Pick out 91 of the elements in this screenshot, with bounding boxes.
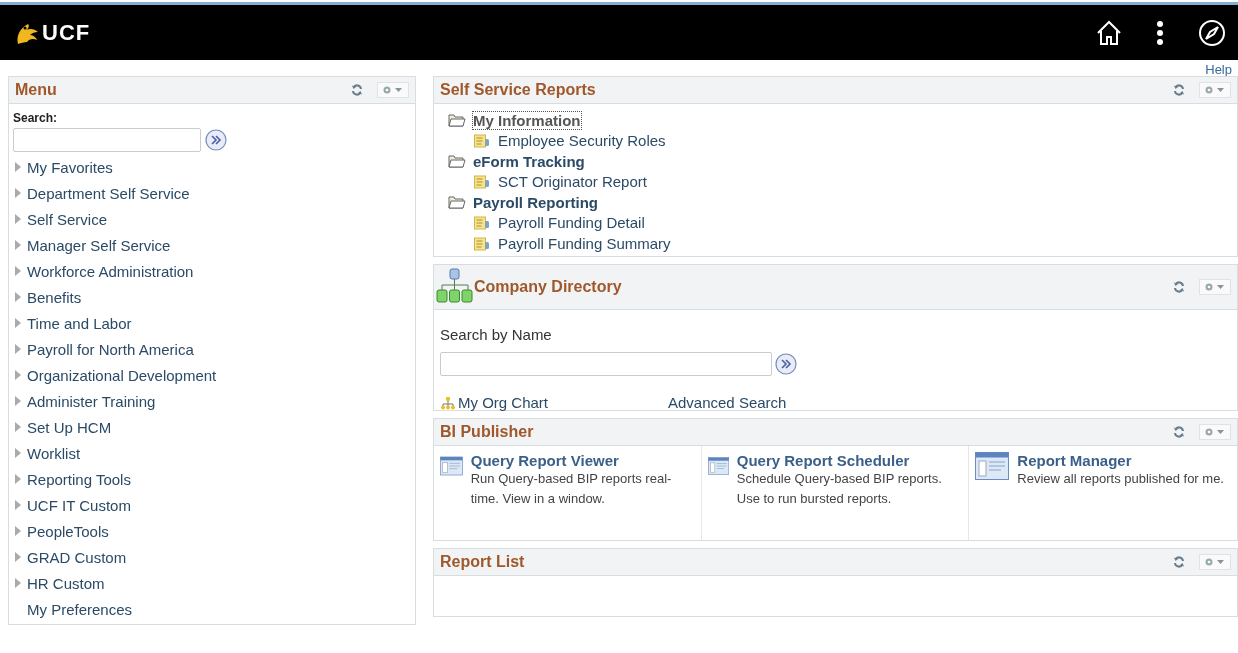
expand-arrow-icon[interactable] bbox=[15, 396, 21, 406]
refresh-icon[interactable] bbox=[1173, 556, 1185, 568]
menu-item[interactable]: My Preferences bbox=[27, 600, 133, 618]
gear-dropdown-icon bbox=[1204, 557, 1226, 567]
home-icon[interactable] bbox=[1096, 19, 1122, 46]
refresh-icon[interactable] bbox=[1173, 426, 1185, 438]
expand-arrow-icon[interactable] bbox=[15, 526, 21, 536]
gear-dropdown-icon bbox=[1204, 85, 1226, 95]
pagelet-title: Company Directory bbox=[474, 278, 623, 296]
expand-arrow-icon[interactable] bbox=[15, 162, 21, 172]
expand-arrow-icon[interactable] bbox=[15, 578, 21, 588]
report-link[interactable]: Payroll Funding Detail bbox=[498, 214, 645, 231]
compass-icon[interactable] bbox=[1198, 18, 1226, 47]
expand-arrow-icon[interactable] bbox=[15, 474, 21, 484]
search-label: Search: bbox=[13, 111, 58, 125]
report-tool-description: Schedule Query-based BIP reports. Use to run bursted reports. bbox=[736, 470, 943, 508]
report-folder[interactable]: Payroll Reporting bbox=[473, 193, 599, 211]
pagelet-title: Report List bbox=[440, 553, 526, 571]
pagelet-title: BI Publisher bbox=[440, 423, 535, 441]
expand-arrow-icon[interactable] bbox=[15, 500, 21, 510]
pagelet-title: Self Service Reports bbox=[440, 81, 597, 99]
gear-dropdown-icon bbox=[1204, 427, 1226, 437]
search-label: Search by Name bbox=[440, 326, 552, 343]
report-tool-description: Review all reports published for me. bbox=[1017, 470, 1224, 488]
report-icon bbox=[474, 236, 490, 251]
report-icon bbox=[474, 174, 490, 189]
menu-item[interactable]: Department Self Service bbox=[27, 184, 190, 202]
settings-button[interactable] bbox=[1199, 554, 1231, 570]
menu-item[interactable]: Manager Self Service bbox=[27, 236, 171, 254]
menu-item[interactable]: PeopleTools bbox=[27, 522, 109, 540]
report-folder[interactable]: eForm Tracking bbox=[473, 152, 585, 170]
menu-item[interactable]: UCF IT Custom bbox=[27, 496, 131, 514]
folder-icon bbox=[448, 113, 466, 127]
expand-arrow-icon[interactable] bbox=[15, 188, 21, 198]
expand-arrow-icon[interactable] bbox=[15, 240, 21, 250]
settings-button[interactable] bbox=[377, 82, 409, 98]
menu-item[interactable]: Organizational Development bbox=[27, 366, 217, 384]
go-button[interactable] bbox=[205, 129, 227, 151]
menu-item[interactable]: Set Up HCM bbox=[27, 418, 112, 436]
folder-icon bbox=[448, 195, 466, 209]
more-options-icon[interactable] bbox=[1156, 19, 1164, 46]
expand-arrow-icon[interactable] bbox=[15, 422, 21, 432]
report-link[interactable]: Employee Security Roles bbox=[498, 132, 666, 149]
window-icon bbox=[975, 452, 1010, 480]
refresh-icon[interactable] bbox=[1173, 281, 1185, 293]
report-link[interactable]: Payroll Funding Summary bbox=[498, 235, 671, 252]
expand-arrow-icon[interactable] bbox=[15, 370, 21, 380]
go-button[interactable] bbox=[775, 353, 797, 375]
report-folder[interactable]: My Information bbox=[473, 111, 581, 129]
logo-text: UCF bbox=[42, 19, 91, 46]
org-chart-link[interactable]: My Org Chart bbox=[458, 394, 548, 411]
report-tool-link[interactable]: Query Report Viewer bbox=[470, 452, 695, 469]
org-chart-icon bbox=[440, 395, 456, 410]
advanced-search-link[interactable]: Advanced Search bbox=[668, 394, 787, 411]
report-icon bbox=[474, 133, 490, 148]
menu-item[interactable]: Reporting Tools bbox=[27, 470, 131, 488]
report-tool-link[interactable]: Report Manager bbox=[1017, 452, 1224, 469]
settings-button[interactable] bbox=[1199, 279, 1231, 295]
settings-button[interactable] bbox=[1199, 424, 1231, 440]
report-icon bbox=[474, 215, 490, 230]
pagelet-title: Menu bbox=[15, 81, 58, 99]
settings-button[interactable] bbox=[1199, 82, 1231, 98]
folder-icon bbox=[448, 154, 466, 168]
expand-arrow-icon[interactable] bbox=[15, 552, 21, 562]
refresh-icon[interactable] bbox=[351, 84, 363, 96]
menu-item[interactable]: My Favorites bbox=[27, 158, 113, 176]
report-tool-link[interactable]: Query Report Scheduler bbox=[736, 452, 963, 469]
menu-item[interactable]: Worklist bbox=[27, 444, 81, 462]
menu-item[interactable]: Payroll for North America bbox=[27, 340, 194, 358]
org-chart-icon bbox=[436, 268, 474, 306]
menu-item[interactable]: Benefits bbox=[27, 288, 82, 306]
menu-item[interactable]: HR Custom bbox=[27, 574, 105, 592]
expand-arrow-icon[interactable] bbox=[15, 266, 21, 276]
help-link[interactable]: Help bbox=[1205, 62, 1232, 76]
search-field[interactable] bbox=[13, 128, 201, 152]
menu-item[interactable]: GRAD Custom bbox=[27, 548, 127, 566]
menu-item[interactable]: Administer Training bbox=[27, 392, 156, 410]
expand-arrow-icon[interactable] bbox=[15, 318, 21, 328]
gear-dropdown-icon bbox=[382, 85, 404, 95]
expand-arrow-icon[interactable] bbox=[15, 344, 21, 354]
refresh-icon[interactable] bbox=[1173, 84, 1185, 96]
report-tool-description: Run Query-based BIP reports real-time. View in a window. bbox=[470, 470, 673, 508]
gear-dropdown-icon bbox=[1204, 282, 1226, 292]
expand-arrow-icon[interactable] bbox=[15, 292, 21, 302]
menu-item[interactable]: Time and Labor bbox=[27, 314, 132, 332]
report-link[interactable]: SCT Originator Report bbox=[498, 173, 647, 190]
name-search-field[interactable] bbox=[440, 352, 772, 376]
menu-item[interactable]: Self Service bbox=[27, 210, 108, 228]
expand-arrow-icon[interactable] bbox=[15, 214, 21, 224]
expand-arrow-icon[interactable] bbox=[15, 448, 21, 458]
menu-item[interactable]: Workforce Administration bbox=[27, 262, 194, 280]
